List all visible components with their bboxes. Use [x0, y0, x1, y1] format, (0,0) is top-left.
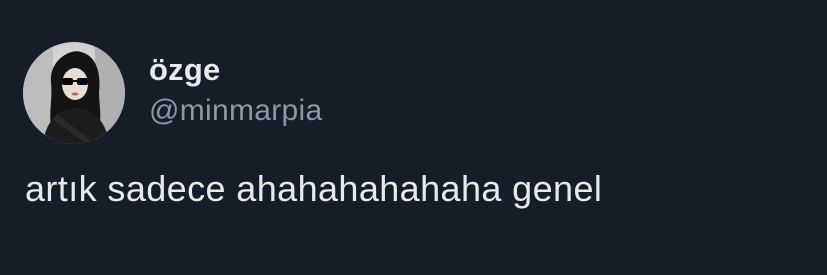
display-name[interactable]: özge [149, 52, 220, 88]
profile-photo-icon [23, 42, 125, 144]
user-handle[interactable]: @minmarpia [149, 94, 323, 128]
tweet-text: artık sadece ahahahahahaha genel [25, 168, 603, 209]
avatar[interactable] [23, 42, 125, 144]
tweet-card: özge @minmarpia artık sadece ahahahahaha… [0, 0, 827, 275]
